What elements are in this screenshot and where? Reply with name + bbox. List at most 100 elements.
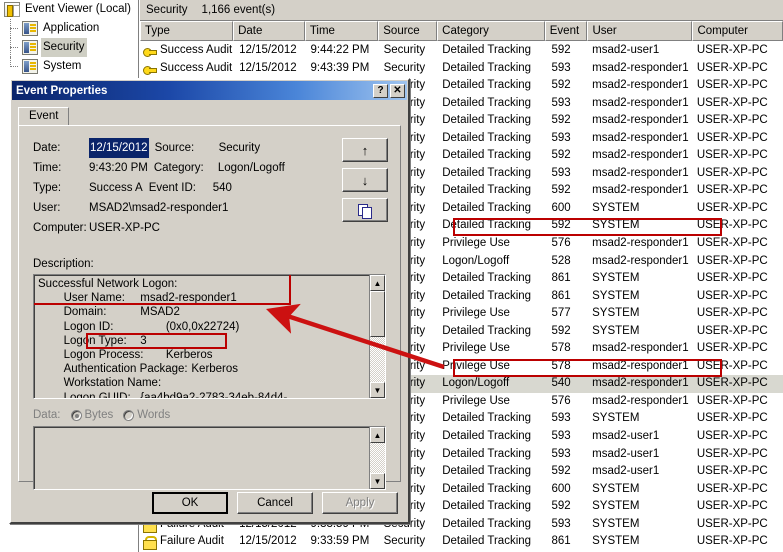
- copy-button[interactable]: [342, 198, 388, 222]
- date-value[interactable]: 12/15/2012: [89, 138, 149, 158]
- sidebar-item-system[interactable]: System: [0, 57, 138, 76]
- previous-event-button[interactable]: ↑: [342, 138, 388, 162]
- computer-label: Computer:: [33, 222, 87, 234]
- dialog-title: Event Properties: [16, 84, 108, 97]
- tabstrip: Event: [18, 106, 70, 125]
- help-button[interactable]: ?: [373, 83, 388, 98]
- close-icon[interactable]: ✕: [390, 83, 405, 98]
- radio-bytes[interactable]: [70, 409, 82, 421]
- key-icon: [143, 45, 157, 57]
- cell-computer: USER-XP-PC: [696, 412, 768, 425]
- cell-event: 861: [551, 289, 571, 302]
- cancel-button[interactable]: Cancel: [237, 492, 313, 514]
- column-header-time[interactable]: Time: [304, 21, 379, 41]
- cell-event: 592: [551, 44, 571, 56]
- cell-event: 592: [551, 219, 571, 232]
- tab-page-event: Date: 12/15/2012 Source: Security Time: 9:43…: [18, 125, 401, 490]
- column-header-event[interactable]: Event: [544, 21, 588, 41]
- cell-user: msad2-user1: [592, 44, 660, 56]
- field-row-time: Time: 9:43:20 PM Category: Logon/Logoff: [33, 158, 285, 178]
- cell-event: 577: [551, 307, 571, 320]
- sidebar-item-security[interactable]: Security: [0, 38, 138, 57]
- cell-category: Detailed Tracking: [442, 535, 532, 548]
- cell-computer: USER-XP-PC: [696, 201, 768, 214]
- category-value: Logon/Logoff: [217, 162, 285, 174]
- cell-category: Detailed Tracking: [442, 131, 532, 144]
- scroll-up-icon[interactable]: ▲: [370, 427, 385, 443]
- time-label: Time:: [33, 162, 62, 174]
- cell-event: 600: [551, 482, 571, 495]
- cell-event: 592: [551, 184, 571, 197]
- column-header-user[interactable]: User: [587, 21, 693, 41]
- cell-category: Privilege Use: [442, 342, 510, 355]
- cell-event: 593: [551, 166, 571, 179]
- cell-source: Security: [383, 61, 426, 74]
- cell-event: 593: [551, 430, 571, 443]
- tree-branch-line: [10, 19, 18, 38]
- cell-type: Success Audit: [140, 60, 235, 78]
- cell-user: SYSTEM: [592, 272, 640, 285]
- cell-computer: USER-XP-PC: [696, 272, 768, 285]
- scrollbar-track[interactable]: [370, 337, 385, 382]
- dialog-titlebar[interactable]: Event Properties ? ✕: [12, 81, 407, 100]
- table-row[interactable]: Failure Audit 12/15/2012 9:33:59 PM Securit…: [140, 533, 783, 551]
- column-header-computer[interactable]: Computer: [692, 21, 783, 41]
- description-textarea[interactable]: Successful Network Logon: User Name: msa…: [33, 274, 386, 399]
- field-row-type: Type: Success A Event ID: 540: [33, 178, 285, 198]
- data-scrollbar[interactable]: ▲ ▼: [369, 427, 385, 489]
- type-value: Success A: [89, 182, 143, 194]
- cell-time: 9:44:22 PM: [310, 44, 370, 56]
- cell-computer: USER-XP-PC: [696, 377, 768, 390]
- cell-computer: USER-XP-PC: [696, 166, 768, 179]
- cell-user: SYSTEM: [592, 307, 640, 320]
- cell-event: 861: [551, 272, 571, 285]
- cell-date: 12/15/2012: [239, 44, 297, 56]
- cell-computer: USER-XP-PC: [696, 324, 768, 337]
- cell-user: SYSTEM: [592, 201, 640, 214]
- cell-computer: USER-XP-PC: [696, 535, 768, 548]
- column-header-category[interactable]: Category: [437, 21, 545, 41]
- cell-computer: USER-XP-PC: [696, 114, 768, 127]
- cell-user: msad2-responder1: [592, 131, 689, 144]
- cell-computer: USER-XP-PC: [696, 465, 768, 478]
- ok-button[interactable]: OK: [152, 492, 228, 514]
- cell-user: msad2-user1: [592, 447, 660, 460]
- data-textarea[interactable]: ▲ ▼: [33, 426, 386, 490]
- cell-category: Detailed Tracking: [442, 149, 532, 162]
- sidebar-item-application[interactable]: Application: [0, 19, 138, 38]
- scroll-down-icon[interactable]: ▼: [370, 473, 385, 489]
- copy-icon: [358, 203, 372, 219]
- cell-event: 593: [551, 412, 571, 425]
- scroll-down-icon[interactable]: ▼: [370, 382, 385, 398]
- next-event-button[interactable]: ↓: [342, 168, 388, 192]
- scrollbar-track[interactable]: [370, 443, 385, 473]
- cell-category: Logon/Logoff: [442, 254, 510, 267]
- tree-root-label: Event Viewer (Local): [25, 3, 131, 15]
- scroll-up-icon[interactable]: ▲: [370, 275, 385, 291]
- cell-computer: USER-XP-PC: [696, 44, 768, 56]
- data-format-row: Data: Bytes Words: [33, 409, 170, 421]
- cell-category: Privilege Use: [442, 394, 510, 407]
- sidebar-item-label-security: Security: [41, 38, 87, 57]
- cell-category: Privilege Use: [442, 359, 510, 372]
- table-row[interactable]: Success Audit 12/15/2012 9:44:22 PM Securit…: [140, 42, 783, 60]
- cell-computer: USER-XP-PC: [696, 131, 768, 144]
- column-header-date[interactable]: Date: [233, 21, 305, 41]
- tree-branch-line: [10, 57, 18, 76]
- log-icon: [22, 59, 38, 74]
- column-header-type[interactable]: Type: [140, 21, 234, 41]
- tab-event[interactable]: Event: [18, 107, 70, 125]
- cell-computer: USER-XP-PC: [696, 307, 768, 320]
- cell-user: SYSTEM: [592, 535, 640, 548]
- cell-user: SYSTEM: [592, 482, 640, 495]
- event-fields: Date: 12/15/2012 Source: Security Time: 9:43…: [33, 138, 285, 238]
- cell-user: msad2-responder1: [592, 149, 689, 162]
- data-bytes-label: Bytes: [84, 409, 114, 421]
- description-scrollbar[interactable]: ▲ ▼: [369, 275, 385, 398]
- radio-words[interactable]: [123, 409, 135, 421]
- scrollbar-thumb[interactable]: [370, 291, 385, 337]
- user-label: User:: [33, 202, 61, 214]
- table-row[interactable]: Success Audit 12/15/2012 9:43:39 PM Securit…: [140, 60, 783, 78]
- tree-root-event-viewer[interactable]: Event Viewer (Local): [0, 0, 138, 19]
- column-header-source[interactable]: Source: [378, 21, 438, 41]
